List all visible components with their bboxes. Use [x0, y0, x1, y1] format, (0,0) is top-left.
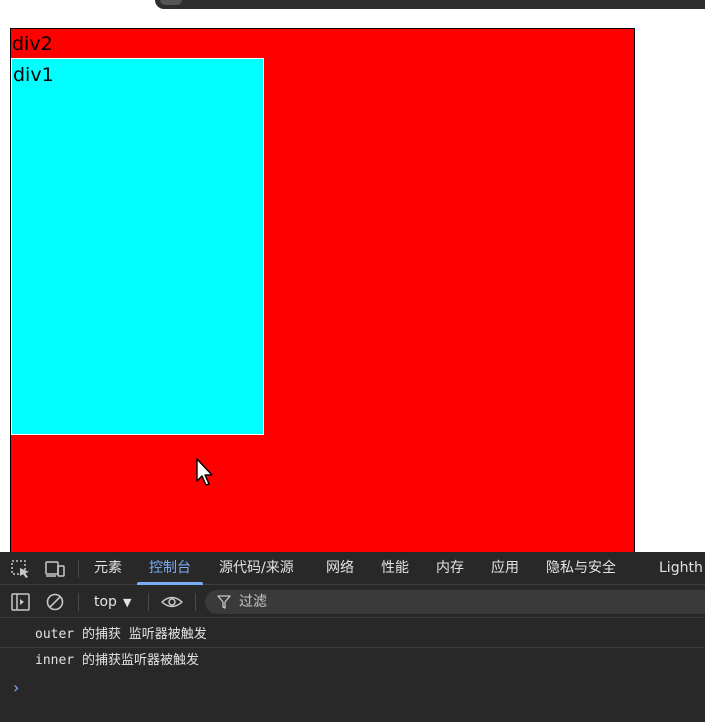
dropdown-arrow-icon: ▼	[122, 596, 132, 609]
tab-elements[interactable]: 元素	[94, 552, 122, 585]
tab-application[interactable]: 应用	[491, 552, 519, 585]
context-value: top	[94, 594, 117, 610]
divider	[148, 593, 149, 611]
inspect-element-icon[interactable]	[11, 560, 31, 578]
address-bar-edge	[155, 0, 705, 9]
devtools-panel: 元素 控制台 源代码/来源 网络 性能 内存 应用 隐私与安全 Lighth t…	[0, 552, 705, 722]
div2-label: div2	[12, 33, 53, 55]
tab-performance[interactable]: 性能	[381, 552, 409, 585]
device-toolbar-icon[interactable]	[45, 560, 65, 578]
tab-privacy-security[interactable]: 隐私与安全	[546, 552, 616, 585]
context-selector[interactable]: top ▼	[94, 586, 131, 618]
tab-sources[interactable]: 源代码/来源	[219, 552, 294, 585]
tab-console[interactable]: 控制台	[137, 552, 203, 585]
div1-label: div1	[13, 64, 54, 86]
devtools-tab-bar: 元素 控制台 源代码/来源 网络 性能 内存 应用 隐私与安全 Lighth	[0, 552, 705, 585]
filter-input[interactable]: 过滤	[205, 590, 705, 614]
console-message: inner 的捕获监听器被触发	[35, 653, 199, 668]
tab-memory[interactable]: 内存	[436, 552, 464, 585]
tab-lighthouse[interactable]: Lighth	[659, 552, 703, 585]
browser-top-bar	[0, 0, 705, 18]
divider	[78, 560, 79, 578]
tab-edge	[160, 0, 182, 5]
console-prompt-icon[interactable]: ›	[13, 678, 19, 697]
console-toolbar: top ▼ 过滤	[0, 586, 705, 618]
filter-placeholder: 过滤	[239, 594, 267, 610]
clear-console-icon[interactable]	[45, 593, 65, 611]
div2-box[interactable]: div2 div1	[10, 28, 635, 568]
mouse-cursor-icon	[196, 458, 213, 486]
filter-icon	[217, 595, 231, 609]
div1-box[interactable]: div1	[11, 58, 264, 435]
eye-icon[interactable]	[161, 593, 183, 611]
divider	[78, 593, 79, 611]
tab-network[interactable]: 网络	[326, 552, 354, 585]
console-message: outer 的捕获 监听器被触发	[0, 622, 705, 648]
sidebar-toggle-icon[interactable]	[11, 593, 31, 611]
divider	[195, 593, 196, 611]
